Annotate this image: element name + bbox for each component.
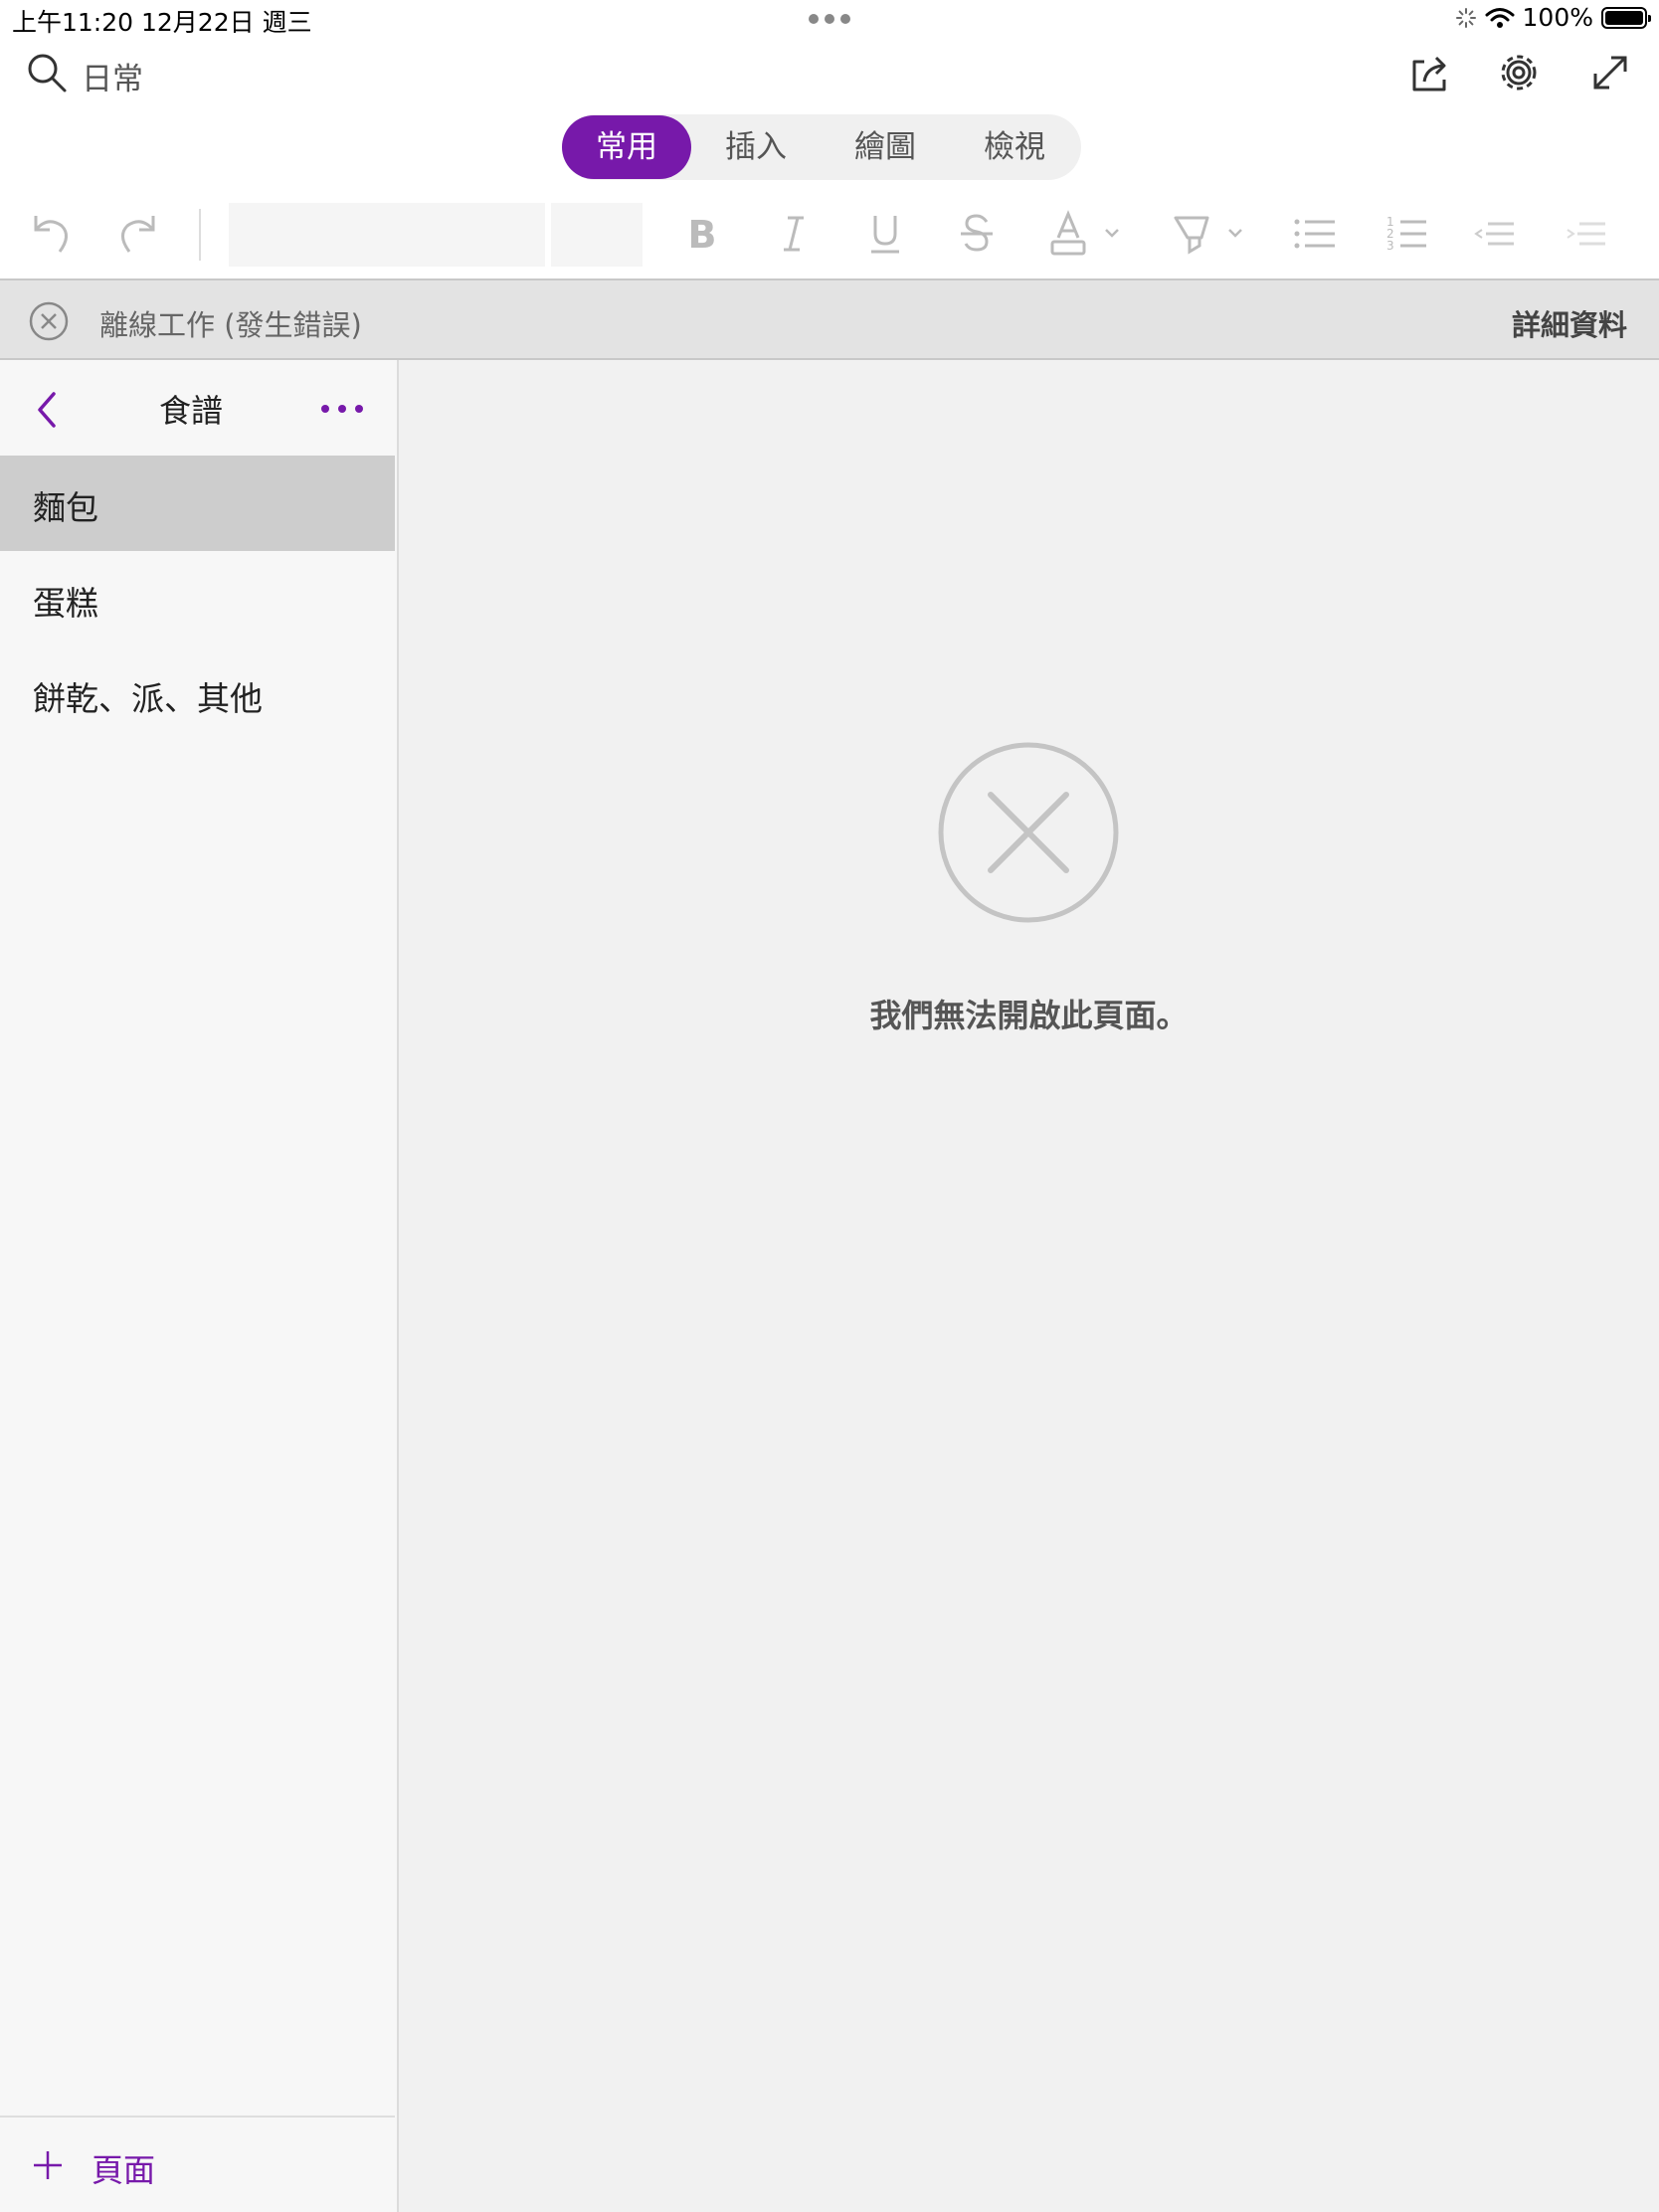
font-size-field[interactable] [551,203,643,267]
more-options-icon[interactable] [318,402,366,416]
page-item-label: 麵包 [33,488,98,527]
underline-icon[interactable] [855,204,915,264]
status-time: 上午11:20 12月22日 週三 [12,8,312,37]
status-right: 100% [1455,3,1651,32]
svg-text:B: B [688,213,717,257]
expand-icon[interactable] [1585,48,1635,97]
decrease-indent-icon[interactable] [1468,204,1528,264]
battery-icon [1601,6,1651,29]
tab-view[interactable]: 檢視 [950,115,1079,179]
font-name-field[interactable] [229,203,545,267]
error-message: 我們無法開啟此頁面。 [869,997,1189,1034]
tab-home[interactable]: 常用 [562,115,691,179]
italic-icon[interactable] [764,204,824,264]
loading-spinner-icon [1455,7,1476,28]
undo-icon[interactable] [20,204,80,264]
error-circle-icon [938,742,1119,923]
svg-text:3: 3 [1386,239,1394,253]
page-item-label: 蛋糕 [33,584,98,623]
notebook-title[interactable]: 日常 [82,54,143,98]
strikethrough-icon[interactable] [947,204,1007,264]
search-icon[interactable] [26,52,68,93]
page-content-area: 我們無法開啟此頁面。 [399,360,1659,2212]
increase-indent-icon[interactable] [1560,204,1619,264]
highlighter-icon[interactable] [1168,204,1247,264]
details-link[interactable]: 詳細資料 [1512,302,1627,344]
gear-icon[interactable] [1494,48,1544,97]
share-icon[interactable] [1404,48,1454,97]
page-item[interactable]: 餅乾、派、其他 [0,646,395,742]
font-color-icon[interactable] [1044,204,1124,264]
bold-icon[interactable]: B [672,204,732,264]
tab-insert[interactable]: 插入 [691,115,821,179]
tab-draw[interactable]: 繪圖 [821,115,950,179]
page-item[interactable]: 蛋糕 [0,551,395,646]
page-item-label: 餅乾、派、其他 [33,679,263,718]
battery-percent: 100% [1522,3,1593,32]
toolbar-divider [199,209,201,261]
plus-icon [34,2151,62,2179]
ribbon-tabs: 常用 插入 繪圖 檢視 [562,114,1081,180]
multitask-dots-icon[interactable] [807,12,852,26]
numbered-list-icon[interactable]: 1 2 3 [1377,204,1436,264]
wifi-icon [1485,7,1515,28]
close-circle-icon[interactable] [28,300,70,342]
offline-banner: 離線工作 (發生錯誤) 詳細資料 [0,278,1659,360]
page-item[interactable]: 麵包 [0,456,395,551]
add-page-button[interactable]: 頁面 [0,2116,395,2212]
redo-icon[interactable] [109,204,169,264]
bullet-list-icon[interactable] [1285,204,1345,264]
add-page-label: 頁面 [92,2151,156,2189]
page-list-sidebar: 食譜 麵包 蛋糕 餅乾、派、其他 頁面 [0,360,399,2212]
offline-status-text: 離線工作 (發生錯誤) [99,308,362,342]
